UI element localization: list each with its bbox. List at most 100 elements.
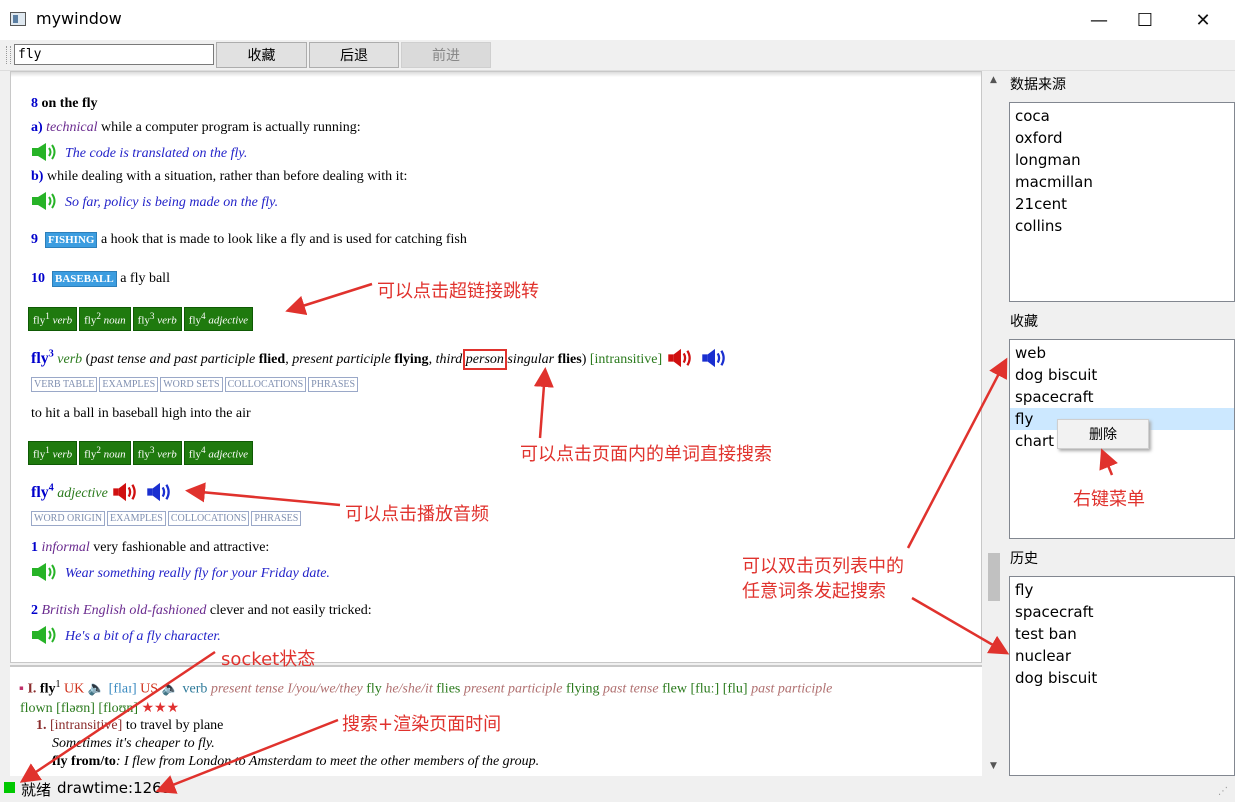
form-word[interactable]: flying xyxy=(566,682,599,697)
tab-word-sets[interactable]: WORD SETS xyxy=(160,377,223,392)
homograph-link-fly1[interactable]: fly1 verb xyxy=(28,307,78,331)
definition-text[interactable]: a hook that is made to look like a fly a… xyxy=(101,232,467,247)
form-word[interactable]: flies xyxy=(436,682,460,697)
sense-number: 2 xyxy=(31,603,38,618)
list-item[interactable]: nuclear xyxy=(1010,645,1234,667)
sense-number: 10 xyxy=(31,271,45,286)
context-menu-delete[interactable]: 删除 xyxy=(1089,424,1117,444)
form-label[interactable]: past tense and past participle xyxy=(90,352,255,367)
tab-verb-table[interactable]: VERB TABLE xyxy=(31,377,98,392)
homograph-link-fly3[interactable]: fly3 verb xyxy=(132,307,182,331)
tab-examples[interactable]: EXAMPLES xyxy=(99,377,159,392)
status-bar xyxy=(0,776,1235,802)
vertical-scrollbar[interactable]: ▲ ▼ xyxy=(985,71,1003,776)
form-word[interactable]: flown [fləʊn] [floʊn] xyxy=(20,701,138,716)
sources-list[interactable]: coca oxford longman macmillan 21cent col… xyxy=(1009,102,1235,302)
definition-text[interactable]: while a computer program is actually run… xyxy=(101,120,361,135)
history-list[interactable]: fly spacecraft test ban nuclear dog bisc… xyxy=(1009,576,1235,776)
speaker-green-icon[interactable] xyxy=(31,625,61,645)
speaker-us-blue-icon[interactable] xyxy=(145,482,175,502)
form-label[interactable]: third xyxy=(436,352,463,367)
scroll-up-icon[interactable]: ▲ xyxy=(990,75,997,85)
toolbar-grip[interactable] xyxy=(6,46,11,64)
sense-number: 1 xyxy=(31,540,38,555)
example-sentence[interactable]: Sometimes it's cheaper to fly. xyxy=(52,736,215,752)
list-item[interactable]: collins xyxy=(1010,215,1234,237)
definition-text[interactable]: a fly ball xyxy=(120,271,170,286)
scroll-down-icon[interactable]: ▼ xyxy=(990,761,997,771)
tab-collocations[interactable]: COLLOCATIONS xyxy=(224,377,307,392)
minimize-button[interactable]: — xyxy=(1076,0,1122,40)
part-of-speech: adjective xyxy=(57,486,108,501)
example-sentence[interactable]: : I flew from London to Amsterdam to mee… xyxy=(116,754,539,769)
speaker-uk-red-icon[interactable] xyxy=(666,348,696,368)
example-row: So far, policy is being made on the fly. xyxy=(31,191,278,211)
definition-text[interactable]: while dealing with a situation, rather t… xyxy=(47,169,407,184)
tab-phrases[interactable]: PHRASES xyxy=(251,511,302,526)
homograph-link-fly3[interactable]: fly3 verb xyxy=(132,441,182,465)
example-sentence[interactable]: So far, policy is being made on the fly. xyxy=(65,195,278,210)
list-item[interactable]: fly xyxy=(1010,579,1234,601)
resize-grip-icon[interactable]: ⋰ xyxy=(1218,786,1228,797)
form-word[interactable]: flied xyxy=(259,352,285,367)
close-button[interactable]: ✕ xyxy=(1180,0,1226,40)
form-word[interactable]: fly xyxy=(366,682,382,697)
forward-button[interactable]: 前进 xyxy=(401,42,491,68)
form-word[interactable]: flying xyxy=(394,352,428,367)
tab-collocations[interactable]: COLLOCATIONS xyxy=(167,511,250,526)
list-item[interactable]: coca xyxy=(1010,105,1234,127)
tab-phrases[interactable]: PHRASES xyxy=(308,377,359,392)
example-sentence[interactable]: Wear something really fly for your Frida… xyxy=(65,566,330,581)
highlighted-word[interactable]: person xyxy=(462,349,507,370)
speaker-green-icon[interactable] xyxy=(31,191,61,211)
lower-sense-1: 1. [intransitive] to travel by plane xyxy=(36,718,223,734)
sense-phrase[interactable]: on the fly xyxy=(42,96,98,111)
list-item[interactable]: oxford xyxy=(1010,127,1234,149)
homograph-link-fly4[interactable]: fly4 adjective xyxy=(183,307,254,331)
annotation-timing: 搜索+渲染页面时间 xyxy=(342,714,502,735)
example-sentence[interactable]: He's a bit of a fly character. xyxy=(65,629,221,644)
list-item[interactable]: spacecraft xyxy=(1010,601,1234,623)
uk-speaker-icon[interactable]: 🔈 xyxy=(88,682,105,697)
speaker-uk-red-icon[interactable] xyxy=(111,482,141,502)
tab-word-origin[interactable]: WORD ORIGIN xyxy=(31,511,106,526)
pattern[interactable]: fly from/to xyxy=(52,754,116,769)
fly3-definition[interactable]: to hit a ball in baseball high into the … xyxy=(31,406,251,422)
maximize-button[interactable]: ☐ xyxy=(1122,0,1168,40)
favorite-button[interactable]: 收藏 xyxy=(216,42,307,68)
us-speaker-icon[interactable]: 🔈 xyxy=(162,682,179,697)
list-item[interactable]: dog biscuit xyxy=(1010,364,1234,386)
homograph-link-fly2[interactable]: fly2 noun xyxy=(79,307,131,331)
definition-text[interactable]: to travel by plane xyxy=(126,718,224,733)
list-item[interactable]: macmillan xyxy=(1010,171,1234,193)
list-item[interactable]: 21cent xyxy=(1010,193,1234,215)
speaker-green-icon[interactable] xyxy=(31,142,61,162)
form-label[interactable]: singular xyxy=(507,352,554,367)
back-button[interactable]: 后退 xyxy=(309,42,399,68)
sense-number: 9 xyxy=(31,232,38,247)
list-item[interactable]: longman xyxy=(1010,149,1234,171)
list-item[interactable]: test ban xyxy=(1010,623,1234,645)
definition-text[interactable]: clever and not easily tricked: xyxy=(210,603,372,618)
example-sentence[interactable]: The code is translated on the fly. xyxy=(65,146,247,161)
form-word[interactable]: flies xyxy=(558,352,582,367)
list-item[interactable]: dog biscuit xyxy=(1010,667,1234,689)
headword: fly4 xyxy=(31,482,54,501)
search-input[interactable] xyxy=(14,44,214,65)
sources-label: 数据来源 xyxy=(1010,77,1066,93)
form-label: past tense xyxy=(602,681,659,697)
list-item[interactable]: spacecraft xyxy=(1010,386,1234,408)
homograph-link-fly4[interactable]: fly4 adjective xyxy=(183,441,254,465)
definition-text[interactable]: very fashionable and attractive: xyxy=(93,540,269,555)
scrollbar-thumb[interactable] xyxy=(988,553,1000,601)
speaker-us-blue-icon[interactable] xyxy=(700,348,730,368)
homograph-link-fly2[interactable]: fly2 noun xyxy=(79,441,131,465)
form-word[interactable]: flew [fluː] [flu] xyxy=(662,682,748,697)
form-label[interactable]: present participle xyxy=(292,352,391,367)
homograph-link-fly1[interactable]: fly1 verb xyxy=(28,441,78,465)
speaker-green-icon[interactable] xyxy=(31,562,61,582)
list-item[interactable]: web xyxy=(1010,342,1234,364)
form-label: present tense I/you/we/they xyxy=(210,681,363,697)
tab-examples[interactable]: EXAMPLES xyxy=(107,511,166,526)
fly4-sense-1: 1 informal very fashionable and attracti… xyxy=(31,540,269,556)
